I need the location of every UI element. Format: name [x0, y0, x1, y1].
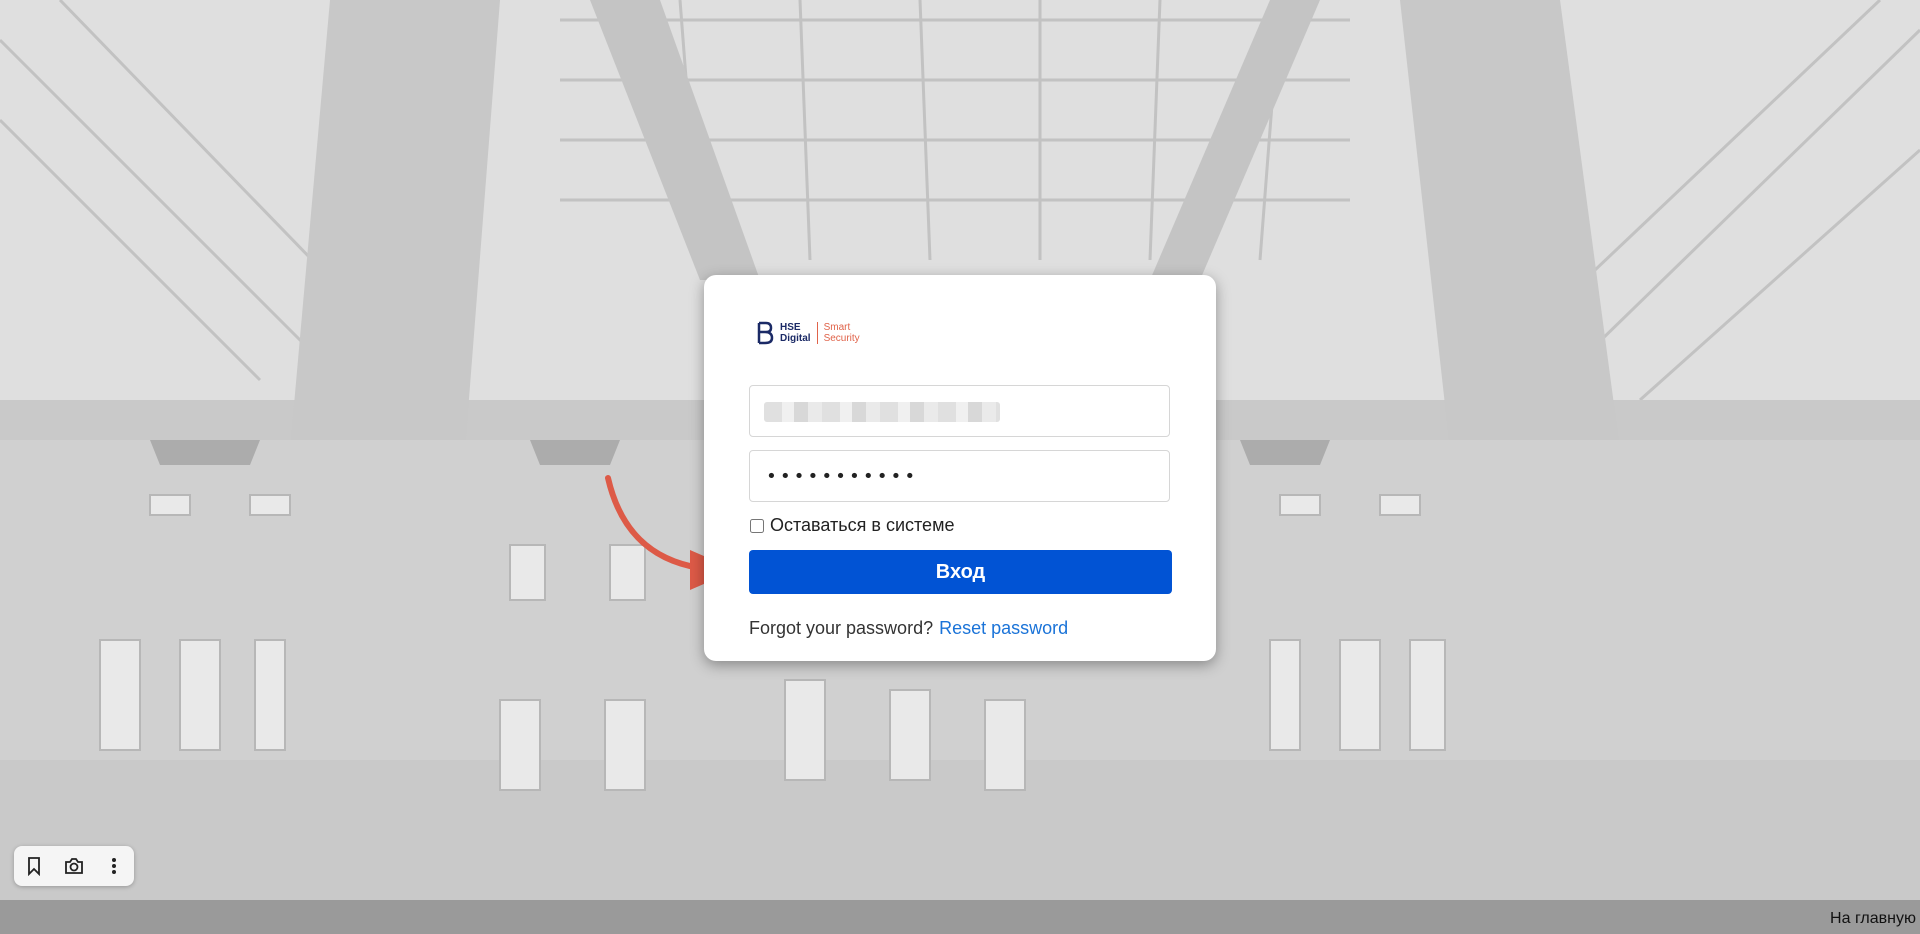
logo: HSE Digital Smart Security: [756, 318, 860, 348]
remember-me-checkbox[interactable]: [750, 518, 764, 533]
more-vertical-icon: [112, 858, 116, 874]
login-card: HSE Digital Smart Security Оставаться в …: [704, 275, 1216, 661]
password-field[interactable]: [749, 450, 1170, 502]
logo-brand-line2: Digital: [780, 333, 811, 344]
remember-me-label: Оставаться в системе: [770, 515, 955, 535]
hse-logo-icon: [757, 321, 774, 345]
home-link[interactable]: На главную: [1830, 910, 1916, 928]
forgot-password-text: Forgot your password?: [749, 618, 934, 638]
footer-bar: На главную: [0, 900, 1920, 934]
page: HSE Digital Smart Security Оставаться в …: [0, 0, 1920, 934]
logo-brand-line1: HSE: [780, 322, 801, 333]
logo-brand: HSE Digital: [780, 322, 811, 344]
remember-me[interactable]: Оставаться в системе: [749, 515, 954, 536]
logo-divider: [816, 322, 818, 344]
logo-product-line1: Smart: [823, 322, 851, 333]
bookmark-icon: [28, 857, 40, 876]
camera-icon: [65, 858, 83, 874]
username-redacted: [764, 402, 1000, 422]
floating-toolbar: [14, 846, 134, 886]
reset-password-link[interactable]: Reset password: [939, 618, 1068, 638]
bookmark-button[interactable]: [18, 850, 50, 882]
forgot-password: Forgot your password? Reset password: [749, 618, 1068, 639]
logo-product: Smart Security: [824, 322, 860, 344]
screenshot-button[interactable]: [58, 850, 90, 882]
login-button[interactable]: Вход: [749, 550, 1172, 594]
logo-product-line2: Security: [823, 333, 860, 344]
more-options-button[interactable]: [98, 850, 130, 882]
